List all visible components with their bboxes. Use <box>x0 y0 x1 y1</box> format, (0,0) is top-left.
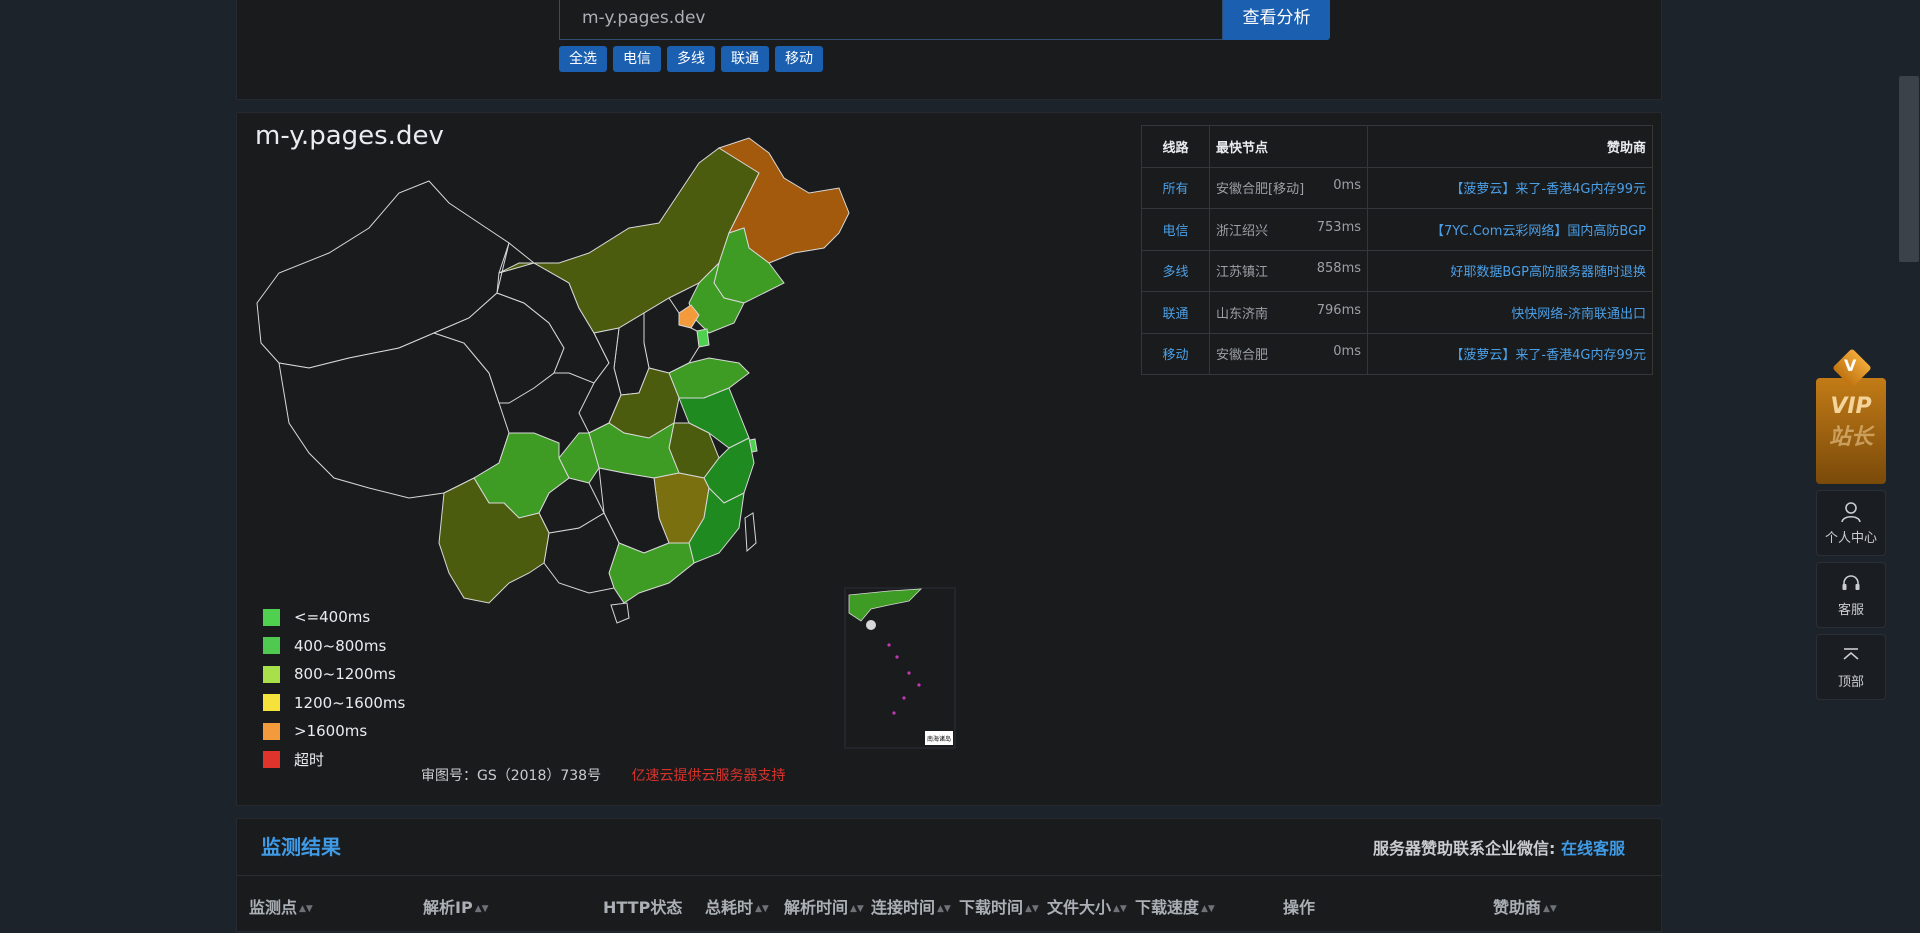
map-approval-number: 审图号：GS（2018）738号 <box>421 768 602 784</box>
column-file-size[interactable]: 文件大小 ▲▼ <box>1047 894 1127 918</box>
sponsor-link[interactable]: 好耶数据BGP高防服务器随时退换 <box>1367 249 1653 292</box>
region-hainan <box>610 602 630 624</box>
legend-item: 超时 <box>263 746 405 775</box>
column-actions: 操作 <box>1283 898 1316 917</box>
column-connect-time[interactable]: 连接时间 ▲▼ <box>871 894 951 918</box>
to-top-icon <box>1843 648 1859 660</box>
legend-swatch <box>263 665 280 683</box>
monitor-panel: 监测结果 服务器赞助联系企业微信: 在线客服 监测点 ▲▼ 解析IP ▲▼ HTTP… <box>236 818 1663 933</box>
legend-item: 400~800ms <box>263 632 405 661</box>
vip-badge[interactable]: VIP 站长 V <box>1816 348 1886 484</box>
table-row: 多线 江苏镇江 858ms 好耶数据BGP高防服务器随时退换 <box>1141 249 1653 292</box>
sponsor-link[interactable]: 【7YC.Com云彩网络】国内高防BGP <box>1367 208 1653 251</box>
node-cell: 安徽合肥 0ms <box>1209 332 1368 375</box>
column-resolve-time[interactable]: 解析时间 ▲▼ <box>784 894 864 918</box>
column-monitor-point[interactable]: 监测点 ▲▼ <box>249 894 313 918</box>
map-footer: 审图号：GS（2018）738号 亿速云提供云服务器支持 <box>421 765 786 785</box>
line-cell[interactable]: 联通 <box>1141 291 1210 334</box>
column-header-node: 最快节点 <box>1209 125 1368 168</box>
sort-icon: ▲▼ <box>1113 903 1127 914</box>
legend-swatch <box>263 751 280 769</box>
table-row: 所有 安徽合肥[移动] 0ms 【菠萝云】来了-香港4G内存99元 <box>1141 166 1653 209</box>
customer-service-button[interactable]: 客服 <box>1816 562 1886 628</box>
line-cell[interactable]: 移动 <box>1141 332 1210 375</box>
vip-card[interactable]: VIP 站长 <box>1816 378 1886 484</box>
node-cell: 浙江绍兴 753ms <box>1209 208 1368 251</box>
legend-swatch <box>263 694 280 712</box>
scrollbar-thumb[interactable] <box>1899 76 1919 262</box>
sort-icon: ▲▼ <box>937 903 951 914</box>
user-icon <box>1841 502 1861 523</box>
map-panel: m-y.pages.dev 南海诸岛 <=400ms 400~800ms 800… <box>236 112 1662 806</box>
column-http-status: HTTP状态 <box>603 898 683 917</box>
column-sponsor[interactable]: 赞助商 ▲▼ <box>1493 894 1557 918</box>
svg-text:南海诸岛: 南海诸岛 <box>927 735 951 743</box>
sponsor-link[interactable]: 快快网络-济南联通出口 <box>1367 291 1653 334</box>
legend-item: <=400ms <box>263 603 405 632</box>
sort-icon: ▲▼ <box>1025 903 1039 914</box>
isp-button-multiline[interactable]: 多线 <box>667 46 715 72</box>
isp-button-all[interactable]: 全选 <box>559 46 607 72</box>
headset-icon <box>1842 575 1860 590</box>
sort-icon: ▲▼ <box>474 903 489 914</box>
domain-input[interactable]: m-y.pages.dev <box>559 0 1223 40</box>
node-cell: 山东济南 796ms <box>1209 291 1368 334</box>
search-panel: m-y.pages.dev 查看分析 全选 电信 多线 联通 移动 <box>236 0 1662 100</box>
online-service-link[interactable]: 在线客服 <box>1561 839 1625 858</box>
column-header-sponsor: 赞助商 <box>1367 125 1653 168</box>
legend-item: 800~1200ms <box>263 660 405 689</box>
table-row: 联通 山东济南 796ms 快快网络-济南联通出口 <box>1141 291 1653 334</box>
latency-legend: <=400ms 400~800ms 800~1200ms 1200~1600ms… <box>263 603 405 774</box>
column-resolved-ip[interactable]: 解析IP ▲▼ <box>423 894 489 918</box>
line-cell[interactable]: 多线 <box>1141 249 1210 292</box>
column-header-line: 线路 <box>1141 125 1210 168</box>
sort-icon: ▲▼ <box>850 903 864 914</box>
sort-icon: ▲▼ <box>1201 903 1215 914</box>
table-row: 电信 浙江绍兴 753ms 【7YC.Com云彩网络】国内高防BGP <box>1141 208 1653 251</box>
back-to-top-button[interactable]: 顶部 <box>1816 634 1886 700</box>
isp-button-telecom[interactable]: 电信 <box>613 46 661 72</box>
table-row: 移动 安徽合肥 0ms 【菠萝云】来了-香港4G内存99元 <box>1141 332 1653 375</box>
isp-button-mobile[interactable]: 移动 <box>775 46 823 72</box>
sort-icon: ▲▼ <box>299 903 313 914</box>
south-china-sea-inset: 南海诸岛 <box>844 587 956 749</box>
monitor-title: 监测结果 <box>261 835 341 859</box>
column-download-speed[interactable]: 下载速度 ▲▼ <box>1135 894 1215 918</box>
legend-swatch <box>263 608 280 626</box>
analyze-button[interactable]: 查看分析 <box>1223 0 1330 40</box>
monitor-table-header: 监测点 ▲▼ 解析IP ▲▼ HTTP状态 总耗时 ▲▼ 解析时间 ▲▼ 连接时间 ▲▼ … <box>237 875 1663 933</box>
column-download-time[interactable]: 下载时间 ▲▼ <box>959 894 1039 918</box>
sponsor-contact: 服务器赞助联系企业微信: 在线客服 <box>1373 839 1625 858</box>
region-guangdong <box>608 542 695 604</box>
table-header-row: 线路 最快节点 赞助商 <box>1141 125 1653 168</box>
legend-swatch <box>263 637 280 655</box>
node-cell: 江苏镇江 858ms <box>1209 249 1368 292</box>
isp-filter-group: 全选 电信 多线 联通 移动 <box>559 46 823 72</box>
isp-fastest-table: 线路 最快节点 赞助商 所有 安徽合肥[移动] 0ms 【菠萝云】来了-香港4G内… <box>1141 125 1653 375</box>
node-cell: 安徽合肥[移动] 0ms <box>1209 166 1368 209</box>
support-link[interactable]: 亿速云提供云服务器支持 <box>632 768 786 784</box>
line-cell[interactable]: 电信 <box>1141 208 1210 251</box>
legend-item: >1600ms <box>263 717 405 746</box>
sponsor-link[interactable]: 【菠萝云】来了-香港4G内存99元 <box>1367 332 1653 375</box>
column-total-time[interactable]: 总耗时 ▲▼ <box>705 894 769 918</box>
sponsor-link[interactable]: 【菠萝云】来了-香港4G内存99元 <box>1367 166 1653 209</box>
legend-swatch <box>263 722 280 740</box>
isp-button-unicom[interactable]: 联通 <box>721 46 769 72</box>
region-taiwan <box>744 512 757 553</box>
user-center-button[interactable]: 个人中心 <box>1816 490 1886 556</box>
floating-toolbar: VIP 站长 V 个人中心 客服 顶部 <box>1816 348 1886 700</box>
line-cell[interactable]: 所有 <box>1141 166 1210 209</box>
sort-icon: ▲▼ <box>1543 903 1557 914</box>
sort-icon: ▲▼ <box>755 903 769 914</box>
legend-item: 1200~1600ms <box>263 689 405 718</box>
